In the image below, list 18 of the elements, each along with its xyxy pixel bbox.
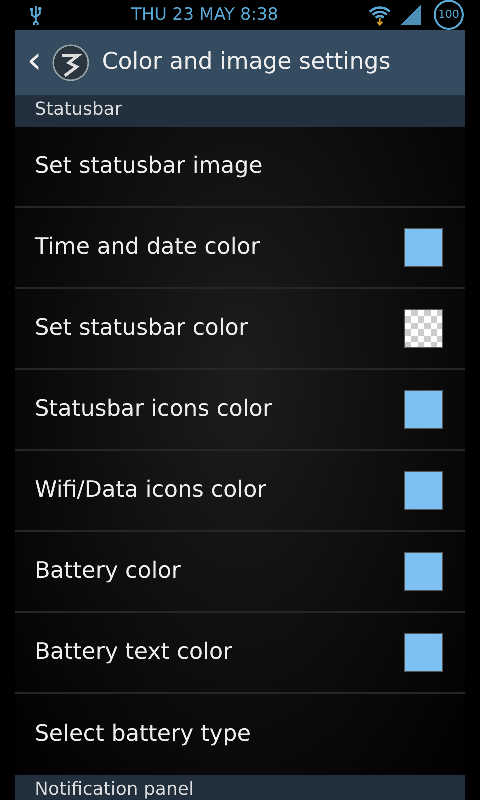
preference-row[interactable]: Battery text color (15, 613, 465, 694)
back-button[interactable]: ‹ (23, 40, 44, 84)
wifi-icon (368, 4, 392, 26)
preference-row[interactable]: Set statusbar color (15, 289, 465, 370)
signal-icon (400, 4, 422, 26)
section-header: Statusbar (15, 95, 465, 127)
screen-title: Color and image settings (102, 48, 391, 78)
preference-row[interactable]: Time and date color (15, 208, 465, 289)
preference-row[interactable]: Battery color (15, 532, 465, 613)
preference-row[interactable]: Statusbar icons color (15, 370, 465, 451)
app-logo-icon (52, 44, 90, 82)
usb-icon (30, 5, 42, 25)
preference-row[interactable]: Set statusbar image (15, 127, 465, 208)
transparent-swatch (404, 309, 443, 348)
section-header: Notification panel (15, 775, 465, 800)
preference-row[interactable]: Select battery type (15, 694, 465, 775)
clock-text: THU 23 MAY 8:38 (132, 4, 278, 27)
preference-row[interactable]: Wifi/Data icons color (15, 451, 465, 532)
